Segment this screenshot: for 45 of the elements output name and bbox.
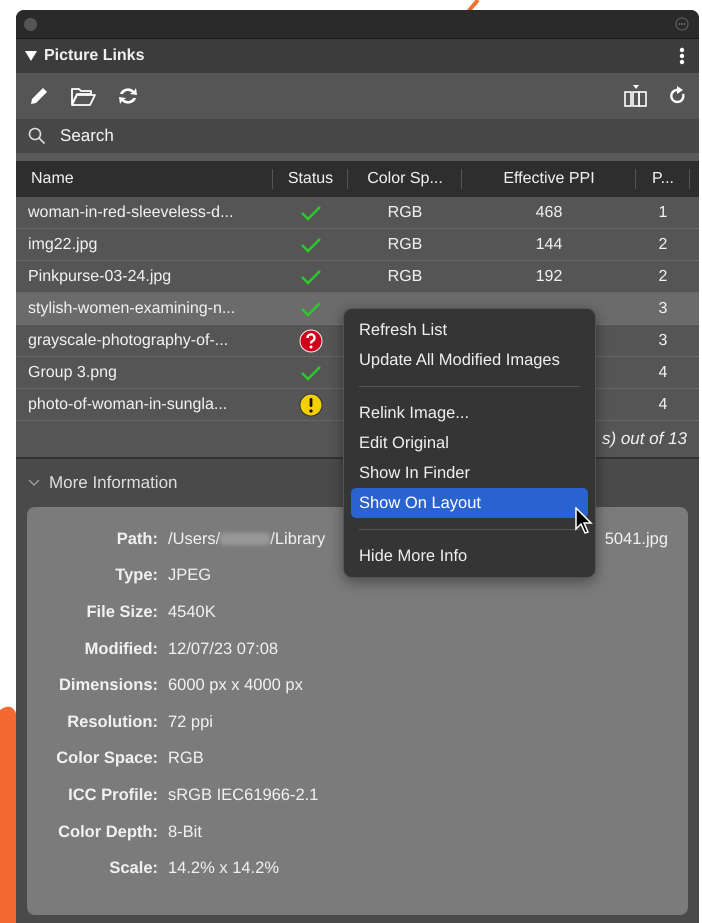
page-cell: 1 — [658, 204, 668, 222]
field-label: Path: — [116, 530, 158, 549]
panel-title: Picture Links — [44, 47, 146, 65]
page-cell: 2 — [658, 268, 668, 286]
field-value: 72 ppi — [168, 712, 213, 732]
ppi-cell: 192 — [536, 268, 562, 286]
color-space-cell: RGB — [388, 236, 422, 254]
file-name-cell: img22.jpg — [28, 236, 98, 254]
page-cell: 4 — [658, 364, 668, 382]
file-name-cell: photo-of-woman-in-sungla... — [28, 396, 228, 414]
field-label: Scale: — [108, 859, 158, 878]
field-value: 6000 px x 4000 px — [168, 676, 303, 696]
field-label: Modified: — [84, 640, 158, 659]
field-label: Dimensions: — [58, 676, 158, 696]
field-value: RGB — [168, 749, 204, 768]
page-cell: 2 — [658, 236, 668, 254]
file-name-cell: Group 3.png — [28, 364, 117, 382]
page-cell: 4 — [658, 396, 668, 414]
field-label: File Size: — [85, 602, 158, 622]
color-space-cell: RGB — [388, 204, 422, 222]
field-label: Resolution: — [66, 712, 158, 732]
field-value: /Library — [270, 530, 326, 549]
page-cell: 3 — [658, 332, 668, 350]
field-value: 14.2% x 14.2% — [168, 859, 279, 878]
field-value: /Users/ — [168, 530, 220, 549]
file-name-cell: stylish-women-examining-n... — [28, 300, 236, 318]
field-label: Color Depth: — [57, 822, 158, 842]
field-value: 5041.jpg — [604, 530, 668, 549]
color-space-cell: RGB — [388, 268, 422, 286]
field-value: 4540K — [168, 602, 216, 622]
link-count-text: s) out of 13 — [602, 429, 687, 449]
file-name-cell: Pinkpurse-03-24.jpg — [28, 268, 172, 286]
file-name-cell: grayscale-photography-of-... — [28, 332, 228, 350]
field-label: ICC Profile: — [67, 786, 158, 805]
section-title: More Information — [49, 473, 178, 493]
field-value: JPEG — [168, 566, 212, 586]
page-cell: 3 — [658, 300, 668, 318]
field-label: Type: — [114, 566, 158, 586]
file-name-cell: woman-in-red-sleeveless-d... — [28, 204, 234, 222]
ppi-cell: 144 — [536, 236, 562, 254]
field-value: sRGB IEC61966-2.1 — [168, 786, 318, 805]
ppi-cell: 468 — [536, 204, 562, 222]
field-label: Color Space: — [55, 749, 158, 768]
field-value: 12/07/23 07:08 — [168, 640, 278, 659]
field-value: 8-Bit — [168, 822, 202, 842]
